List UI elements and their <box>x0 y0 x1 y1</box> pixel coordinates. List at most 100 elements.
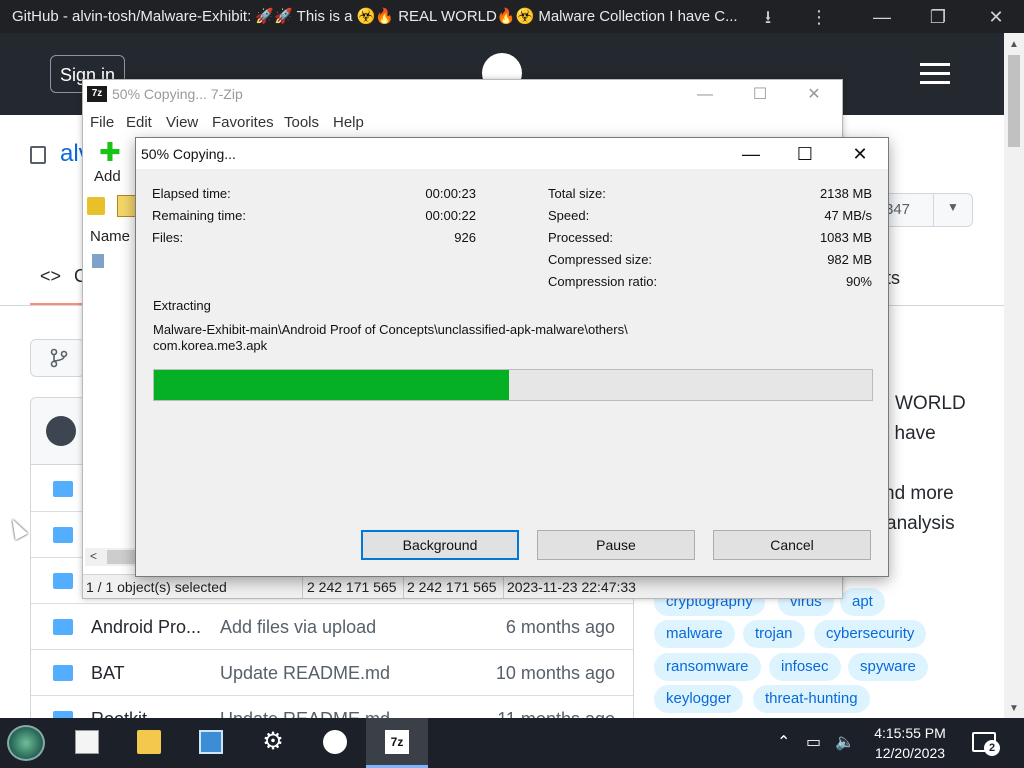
topic-tag[interactable]: apt <box>840 588 885 616</box>
menu-help[interactable]: Help <box>333 114 364 131</box>
horizontal-scrollbar[interactable]: < <box>85 548 137 566</box>
branch-icon <box>50 348 68 368</box>
browser-title-bar: GitHub - alvin-tosh/Malware-Exhibit: 🚀🚀 … <box>0 0 1024 33</box>
chevron-down-icon[interactable]: ▼ <box>947 200 959 214</box>
commit-time: 6 months ago <box>505 617 615 637</box>
chevron-up-icon[interactable]: ⌃ <box>777 732 790 752</box>
maximize-icon[interactable]: ☐ <box>790 141 820 167</box>
file-name[interactable]: Android Pro... <box>91 617 201 638</box>
menu-tools[interactable]: Tools <box>284 114 319 131</box>
volume-muted-icon[interactable]: 🔈 <box>835 732 855 752</box>
speed-value: 47 MB/s <box>824 208 872 223</box>
current-file-name: com.korea.me3.apk <box>153 338 268 353</box>
taskbar-control-panel[interactable] <box>180 718 242 768</box>
control-panel-icon <box>199 730 223 754</box>
dialog-title-bar[interactable]: 50% Copying... — ☐ ✕ <box>136 138 888 169</box>
topic-tag[interactable]: cybersecurity <box>814 620 927 648</box>
cancel-button[interactable]: Cancel <box>713 530 871 560</box>
star-button-group[interactable]: 347 ▼ <box>880 193 973 227</box>
about-text-line: l have <box>885 423 936 444</box>
topic-tag[interactable]: keylogger <box>654 685 744 713</box>
file-icon[interactable] <box>92 254 104 268</box>
status-modified: 2023-11-23 22:47:33 <box>507 579 636 595</box>
close-icon[interactable]: ✕ <box>845 141 875 167</box>
maximize-icon[interactable]: ☐ <box>747 84 773 106</box>
scroll-left-icon[interactable]: < <box>90 549 97 563</box>
scrollbar-thumb[interactable] <box>1008 55 1020 147</box>
menu-edit[interactable]: Edit <box>126 114 152 131</box>
network-icon[interactable]: ▭ <box>806 732 821 752</box>
status-size: 2 242 171 565 <box>307 579 397 595</box>
plus-icon: ✚ <box>99 137 121 167</box>
close-icon[interactable]: ✕ <box>801 84 827 106</box>
repo-icon <box>30 146 46 164</box>
file-name[interactable]: BAT <box>91 663 125 684</box>
topic-tag[interactable]: trojan <box>743 620 805 648</box>
status-bar: 1 / 1 object(s) selected 2 242 171 565 2… <box>83 574 842 598</box>
folder-icon <box>117 195 137 217</box>
clock[interactable]: 4:15:55 PM 12/20/2023 <box>860 723 960 763</box>
scroll-down-icon[interactable]: ▼ <box>1009 703 1019 714</box>
restore-window-icon[interactable]: ❐ <box>925 4 951 30</box>
close-window-icon[interactable]: ✕ <box>983 4 1009 30</box>
topic-tag[interactable]: spyware <box>848 653 928 681</box>
about-text-line: analysis <box>886 513 955 534</box>
folder-icon <box>53 573 73 589</box>
folder-icon <box>53 527 73 543</box>
clock-date: 12/20/2023 <box>874 745 946 761</box>
sevenzip-logo-icon: 7z <box>87 86 107 102</box>
taskbar-file-explorer[interactable] <box>118 718 180 768</box>
scroll-up-icon[interactable]: ▲ <box>1009 39 1019 50</box>
compressed-size-label: Compressed size: <box>548 252 653 267</box>
topic-tag[interactable]: malware <box>654 620 735 648</box>
folder-up-icon[interactable] <box>87 197 105 215</box>
taskbar-github[interactable] <box>304 718 366 768</box>
file-row[interactable]: BAT Update README.md 10 months ago <box>31 650 633 696</box>
code-icon: <> <box>40 266 62 286</box>
files-label: Files: <box>152 230 184 245</box>
download-icon[interactable]: ⭳ <box>755 4 781 30</box>
page-scrollbar[interactable]: ▲ ▼ <box>1004 33 1024 718</box>
column-header-name[interactable]: Name <box>90 228 130 245</box>
github-icon <box>323 730 347 754</box>
commit-message[interactable]: Update README.md <box>220 663 390 684</box>
file-row[interactable]: Android Pro... Add files via upload 6 mo… <box>31 604 633 650</box>
taskbar-7zip[interactable]: 7z <box>366 718 428 768</box>
progress-bar <box>153 369 873 401</box>
navigation-bar <box>85 193 137 221</box>
scrollbar-thumb[interactable] <box>107 550 137 564</box>
more-options-icon[interactable]: ⋮ <box>806 4 832 30</box>
taskbar-notepad[interactable] <box>56 718 118 768</box>
background-button[interactable]: Background <box>361 530 519 560</box>
dialog-title: 50% Copying... <box>141 146 236 162</box>
progress-bar-fill <box>154 370 510 400</box>
operation-label: Extracting <box>153 298 211 313</box>
compressed-size-value: 982 MB <box>827 252 872 267</box>
total-size-value: 2138 MB <box>819 186 872 201</box>
add-button[interactable]: ✚ Add <box>93 137 127 186</box>
minimize-window-icon[interactable]: — <box>869 4 895 30</box>
topic-tag[interactable]: ransomware <box>654 653 761 681</box>
mouse-cursor-icon <box>6 515 28 541</box>
start-button[interactable] <box>7 725 45 761</box>
processed-value: 1083 MB <box>819 230 872 245</box>
menu-favorites[interactable]: Favorites <box>212 114 274 131</box>
menu-view[interactable]: View <box>166 114 198 131</box>
topic-tag[interactable]: threat-hunting <box>753 685 870 713</box>
sevenzip-title-bar[interactable]: 7z 50% Copying... 7-Zip — ☐ ✕ <box>83 80 842 110</box>
taskbar-settings[interactable]: ⚙ <box>242 718 304 768</box>
branch-selector[interactable] <box>30 339 85 377</box>
about-text-line: WORLD <box>895 393 966 414</box>
pause-button[interactable]: Pause <box>537 530 695 560</box>
minimize-icon[interactable]: — <box>692 84 718 106</box>
folder-icon <box>53 481 73 497</box>
hamburger-menu-icon[interactable] <box>920 63 950 85</box>
menu-file[interactable]: File <box>90 114 114 131</box>
topic-tag[interactable]: infosec <box>769 653 841 681</box>
avatar[interactable] <box>46 416 76 446</box>
minimize-icon[interactable]: — <box>736 141 766 167</box>
commit-message[interactable]: Add files via upload <box>220 617 376 638</box>
notification-center-icon[interactable]: 2 <box>972 732 1000 756</box>
tab-code[interactable]: <> C <box>40 266 87 287</box>
about-text-line: nd more <box>884 483 954 504</box>
